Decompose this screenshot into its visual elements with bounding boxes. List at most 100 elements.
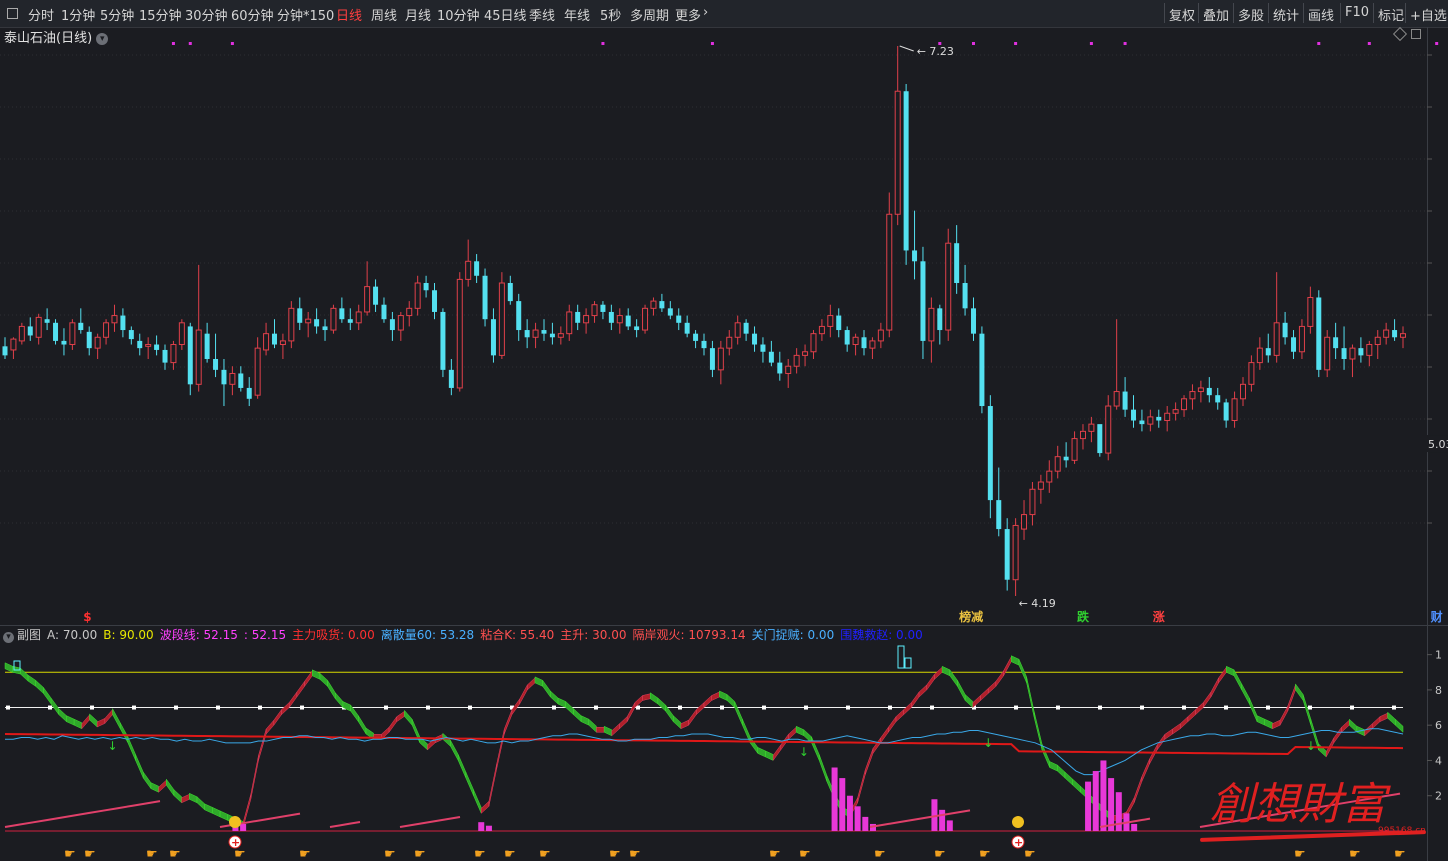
wave-segment	[1372, 716, 1381, 730]
wave-segment	[772, 744, 782, 762]
wave-segment	[565, 700, 574, 716]
wave-segment	[811, 736, 820, 761]
candle-body	[10, 338, 17, 351]
wave-segment	[534, 676, 543, 687]
candle-body	[524, 330, 530, 338]
candle-body	[734, 322, 741, 338]
wave-segment	[711, 691, 720, 701]
candle-body	[347, 319, 353, 323]
wave-segment	[818, 754, 828, 782]
candle-body	[406, 307, 413, 317]
ref-dot	[930, 705, 934, 710]
signal-bar	[839, 778, 846, 831]
wave-segment	[296, 680, 305, 698]
candle-body	[852, 336, 859, 346]
wave-segment	[987, 680, 997, 695]
box-marker	[897, 645, 905, 669]
signal-bar	[862, 816, 869, 831]
candle-body	[128, 330, 134, 340]
legend-entry-0: 副图	[17, 628, 42, 642]
candle-body	[1366, 344, 1373, 356]
candle-body	[1206, 387, 1212, 396]
candle-body	[861, 337, 867, 349]
candle-body	[322, 326, 328, 331]
wave-segment	[1018, 659, 1027, 683]
candle-body	[423, 283, 429, 291]
low-label: ← 4.19	[1019, 597, 1056, 610]
pointer-hand-icon: ☛	[934, 847, 946, 861]
pointer-hand-icon: ☛	[539, 847, 551, 861]
candle-body	[263, 333, 270, 351]
candle-body	[1282, 322, 1288, 338]
sub-axis-label: 2	[1435, 790, 1442, 803]
candle-body	[1113, 391, 1120, 407]
wave-segment	[73, 718, 83, 730]
pointer-hand-icon: ☛	[629, 847, 641, 861]
candle-body	[1164, 412, 1171, 422]
candle-body	[103, 322, 110, 338]
pointer-hand-icon: ☛	[799, 847, 811, 861]
wave-segment	[934, 666, 943, 680]
ref-dot	[552, 705, 556, 710]
pointer-hand-icon: ☛	[504, 847, 516, 861]
wave-segment	[273, 708, 282, 726]
ref-dot	[594, 705, 598, 710]
wave-segment	[27, 674, 36, 687]
wave-segment	[143, 771, 152, 790]
candle-body	[373, 286, 379, 305]
wave-segment	[1256, 715, 1265, 726]
wave-segment	[880, 726, 889, 744]
ref-dot	[846, 705, 850, 710]
ref-dot	[216, 705, 220, 710]
money-bag-icon	[229, 816, 241, 828]
signal-dot	[230, 42, 234, 45]
wave-segment	[496, 728, 505, 770]
money-bag-icon	[1012, 816, 1024, 828]
candle-body	[1374, 336, 1381, 346]
candle-body	[1046, 470, 1053, 483]
candle-body	[1012, 524, 1019, 581]
wave-segment	[957, 680, 966, 701]
candle-body	[777, 362, 783, 374]
candle-body	[1392, 330, 1398, 338]
candle-body	[2, 346, 8, 356]
candle-body	[1054, 456, 1061, 472]
candle-body	[1265, 348, 1271, 356]
candle-body	[659, 301, 665, 309]
candle-body	[137, 340, 143, 349]
candle-body	[760, 344, 766, 352]
wave-segment	[1341, 719, 1350, 733]
candle-body	[1097, 424, 1103, 454]
wave-segment	[335, 692, 344, 709]
wave-segment	[765, 750, 774, 761]
candle-body	[1004, 529, 1010, 580]
signal-dot	[1014, 42, 1018, 45]
wave-segment	[519, 684, 528, 705]
wave-segment	[964, 693, 974, 709]
candle-body	[693, 333, 699, 341]
wave-segment	[673, 715, 682, 730]
legend-entry-10: 关门捉贼: 0.00	[751, 628, 835, 642]
pointer-hand-icon: ☛	[384, 847, 396, 861]
signal-bar	[946, 820, 953, 831]
wave-segment	[542, 679, 551, 698]
ref-dot	[678, 705, 682, 710]
candle-body	[717, 347, 724, 371]
candle-body	[1079, 430, 1086, 440]
candle-body	[355, 311, 362, 324]
signal-bar	[846, 795, 853, 831]
collapse-icon[interactable]: ▾	[3, 632, 14, 643]
pointer-hand-icon: ☛	[64, 847, 76, 861]
wave-segment	[465, 771, 474, 796]
ref-dot	[6, 705, 10, 710]
wave-segment	[480, 800, 490, 814]
wave-segment	[1072, 778, 1081, 793]
pointer-hand-icon: ☛	[1294, 847, 1306, 861]
signal-dot	[1367, 42, 1371, 45]
candle-body	[1349, 347, 1356, 360]
pointer-hand-icon: ☛	[979, 847, 991, 861]
candle-body	[465, 260, 472, 280]
event-marker-2: 跌	[1077, 609, 1090, 624]
candle-body	[162, 349, 168, 363]
wave-segment	[1226, 665, 1235, 677]
